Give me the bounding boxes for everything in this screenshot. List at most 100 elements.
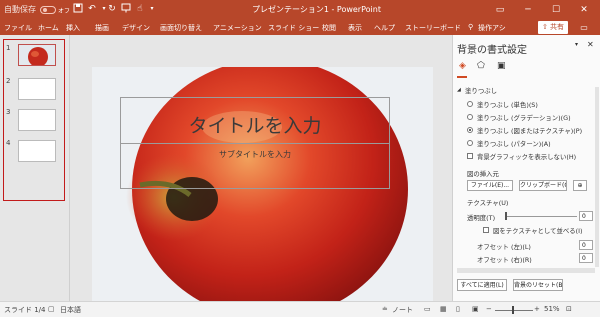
- section-collapse-icon[interactable]: ◢: [457, 87, 461, 93]
- spelling-icon[interactable]: ▢: [48, 305, 55, 313]
- zoom-slider[interactable]: [495, 310, 533, 311]
- offset-right-value[interactable]: 0: [579, 253, 593, 263]
- thumbnail-apple-image: [19, 45, 55, 65]
- pane-scrollbar[interactable]: [595, 87, 599, 267]
- hide-graphics-checkbox[interactable]: [467, 153, 473, 159]
- notes-label[interactable]: ノート: [392, 305, 413, 315]
- tab-draw[interactable]: 描画: [95, 23, 109, 33]
- format-background-pane: 背景の書式設定 ▾ ✕ ◈ ⬠ ▣ ◢ 塗りつぶし 塗りつぶし (単色)(S) …: [452, 35, 600, 301]
- tab-storyboard[interactable]: ストーリーボード: [405, 23, 461, 33]
- fill-picture-radio[interactable]: [467, 127, 473, 133]
- zoom-slider-thumb[interactable]: [512, 306, 514, 314]
- thumbnail-slide-1[interactable]: [18, 44, 56, 66]
- file-button[interactable]: ファイル(E)...: [467, 180, 513, 191]
- ribbon-display-icon[interactable]: ▭: [486, 0, 514, 20]
- share-button[interactable]: ⇧ 共有: [538, 21, 568, 34]
- transparency-label: 透明度(T): [467, 214, 496, 222]
- slideshow-icon[interactable]: ▣: [472, 305, 479, 313]
- minimize-icon[interactable]: ─: [514, 0, 542, 20]
- offset-right-label: オフセット (右)(R): [477, 256, 532, 264]
- share-label: 共有: [550, 23, 565, 31]
- insert-source-label: 図の挿入元: [467, 170, 499, 178]
- fill-section-header[interactable]: 塗りつぶし: [465, 86, 497, 95]
- slide-editing-area: タイトルを入力 サブタイトルを入力: [70, 35, 440, 301]
- zoom-out-icon[interactable]: −: [486, 305, 492, 313]
- slide-subtitle-text[interactable]: サブタイトルを入力: [120, 149, 390, 160]
- fill-picture-label[interactable]: 塗りつぶし (図またはテクスチャ)(P): [477, 126, 582, 135]
- status-bar: スライド 1/4 ▢ 日本語 ≐ ノート ▭ ▦ ▯ ▣ − + 51% ⊡: [0, 301, 600, 317]
- transparency-slider-track[interactable]: [505, 216, 577, 217]
- normal-view-icon[interactable]: ▭: [424, 305, 431, 313]
- pane-options-icon[interactable]: ▾: [575, 41, 578, 48]
- tab-slideshow[interactable]: スライド ショー: [268, 23, 319, 33]
- close-icon[interactable]: ✕: [570, 0, 598, 20]
- pane-title: 背景の書式設定: [457, 45, 527, 56]
- offset-left-label: オフセット (左)(L): [477, 243, 531, 251]
- apply-all-button[interactable]: すべてに適用(L): [457, 279, 507, 291]
- texture-label: テクスチャ(U): [467, 199, 509, 207]
- fill-gradient-label[interactable]: 塗りつぶし (グラデーション)(G): [477, 113, 571, 122]
- tab-review[interactable]: 校閲: [322, 23, 336, 33]
- lightbulb-icon: ⚲: [468, 23, 474, 31]
- tell-me-search[interactable]: 操作アシ: [478, 23, 506, 33]
- notes-icon[interactable]: ≐: [382, 305, 388, 313]
- present-icon[interactable]: [120, 3, 132, 15]
- pane-close-icon[interactable]: ✕: [587, 40, 594, 49]
- tile-checkbox[interactable]: [483, 227, 489, 233]
- fit-to-window-icon[interactable]: ⊡: [566, 305, 572, 313]
- transparency-slider-thumb[interactable]: [505, 212, 507, 220]
- ribbon-tabs: ファイル ホーム 挿入 描画 デザイン 画面切り替え アニメーション スライド …: [0, 20, 600, 35]
- tab-transitions[interactable]: 画面切り替え: [160, 23, 202, 33]
- online-pictures-button[interactable]: ⊕: [573, 180, 587, 191]
- hide-graphics-label[interactable]: 背景グラフィックを表示しない(H): [477, 152, 576, 161]
- zoom-in-icon[interactable]: +: [534, 305, 540, 313]
- thumbnail-pane: 1 2 3 4: [0, 35, 69, 301]
- thumbnail-number: 4: [6, 139, 11, 147]
- fill-gradient-radio[interactable]: [467, 114, 473, 120]
- fill-pattern-radio[interactable]: [467, 140, 473, 146]
- picture-icon[interactable]: ▣: [497, 61, 506, 71]
- reading-view-icon[interactable]: ▯: [456, 305, 460, 313]
- tab-view[interactable]: 表示: [348, 23, 362, 33]
- autosave-label: 自動保存: [4, 5, 36, 14]
- reset-background-button[interactable]: 背景のリセット(B): [513, 279, 563, 291]
- zoom-percent[interactable]: 51%: [544, 305, 560, 313]
- slide-scrollbar[interactable]: [440, 35, 452, 301]
- fill-solid-radio[interactable]: [467, 101, 473, 107]
- tile-label[interactable]: 図をテクスチャとして並べる(I): [493, 226, 583, 235]
- document-title: プレゼンテーション1 - PowerPoint: [252, 5, 381, 14]
- slide-canvas[interactable]: タイトルを入力 サブタイトルを入力: [92, 67, 433, 301]
- slide-count: スライド 1/4: [4, 306, 46, 314]
- effects-icon[interactable]: ⬠: [477, 61, 485, 71]
- fill-line-icon[interactable]: ◈: [459, 61, 466, 71]
- tab-design[interactable]: デザイン: [122, 23, 150, 33]
- clipboard-button[interactable]: クリップボード(C): [519, 180, 567, 191]
- touch-mode-icon[interactable]: ☝: [134, 3, 146, 15]
- redo-icon[interactable]: ↻: [106, 3, 118, 15]
- thumbnail-number: 3: [6, 108, 11, 116]
- slide-title-text[interactable]: タイトルを入力: [120, 111, 390, 138]
- thumbnail-slide-4[interactable]: [18, 140, 56, 162]
- tab-animations[interactable]: アニメーション: [213, 23, 262, 33]
- tab-help[interactable]: ヘルプ: [374, 23, 395, 33]
- maximize-icon[interactable]: ☐: [542, 0, 570, 20]
- autosave-state: オフ: [58, 8, 71, 15]
- tab-home[interactable]: ホーム: [38, 23, 59, 33]
- undo-icon[interactable]: ↶: [86, 3, 98, 15]
- customize-toolbar-icon[interactable]: ▾: [146, 3, 158, 15]
- active-tab-indicator: [457, 76, 467, 78]
- fill-pattern-label[interactable]: 塗りつぶし (パターン)(A): [477, 139, 551, 148]
- transparency-value[interactable]: 0: [579, 211, 593, 221]
- offset-left-value[interactable]: 0: [579, 240, 593, 250]
- fill-solid-label[interactable]: 塗りつぶし (単色)(S): [477, 100, 538, 109]
- thumbnail-slide-3[interactable]: [18, 109, 56, 131]
- autosave-toggle[interactable]: [40, 6, 56, 14]
- slide-sorter-icon[interactable]: ▦: [440, 305, 447, 313]
- save-icon[interactable]: [72, 3, 84, 15]
- comments-icon[interactable]: ▭: [578, 22, 590, 33]
- pane-horizontal-scrollbar[interactable]: [457, 268, 595, 273]
- tab-insert[interactable]: 挿入: [66, 23, 80, 33]
- tab-file[interactable]: ファイル: [4, 23, 32, 33]
- language-label[interactable]: 日本語: [60, 305, 81, 315]
- thumbnail-slide-2[interactable]: [18, 78, 56, 100]
